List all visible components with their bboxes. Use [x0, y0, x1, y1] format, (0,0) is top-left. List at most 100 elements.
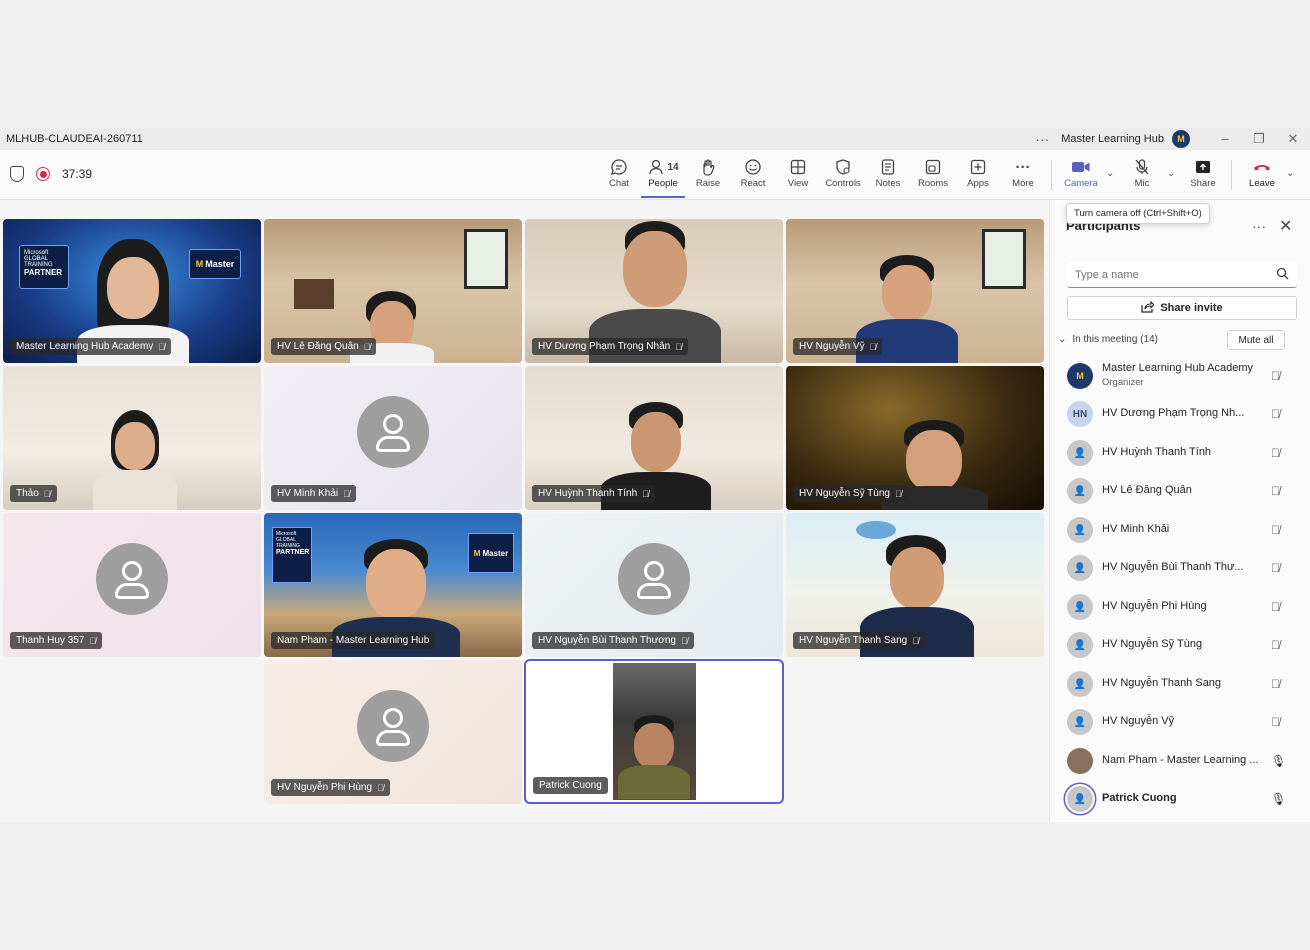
more-icon[interactable]: ··· — [1035, 131, 1049, 147]
participant-name: HV Huỳnh Thanh Tính — [1102, 446, 1212, 458]
participant-name: HV Nguyễn Sỹ Tùng — [1102, 638, 1203, 650]
participant-row[interactable]: 👤 HV Nguyễn Phi Hùng 🎙̸ — [1050, 588, 1310, 626]
org-switcher[interactable]: ··· Master Learning Hub M — [1035, 130, 1190, 148]
mic-off-icon: 🎙̸ — [377, 782, 384, 793]
person-face — [107, 257, 159, 319]
window-decor — [982, 229, 1026, 289]
participant-name: HV Nguyễn Thanh Sang — [1102, 677, 1222, 689]
participant-row[interactable]: 👤 Patrick Cuong 🎙 — [1050, 780, 1310, 818]
mic-icon: 🎙 — [1271, 792, 1287, 806]
partner-sign-big: PARTNER — [276, 549, 310, 556]
leave-options-chevron-icon[interactable]: ⌄ — [1286, 168, 1294, 179]
notes-label: Notes — [875, 178, 901, 189]
leave-button[interactable]: Leave — [1240, 156, 1284, 198]
participant-row[interactable]: 👤 HV Nguyễn Sỹ Tùng 🎙̸ — [1050, 626, 1310, 664]
tile-label: HV Nguyễn Thanh Sang 🎙̸ — [793, 632, 925, 649]
video-tile[interactable]: Thanh Huy 357 🎙̸ — [3, 513, 261, 657]
participant-name: HV Minh Khải — [1102, 523, 1170, 535]
video-tile[interactable]: HV Nguyễn Vỹ 🎙̸ — [786, 219, 1044, 363]
react-button[interactable]: React — [731, 156, 775, 198]
controls-button[interactable]: Controls — [821, 156, 865, 198]
participant-row[interactable]: Nam Pham - Master Learning ... 🎙 — [1050, 742, 1310, 780]
person-avatar-icon — [357, 690, 429, 762]
video-tile[interactable]: HV Lê Đăng Quân 🎙̸ — [264, 219, 522, 363]
video-tile[interactable]: HV Nguyễn Sỹ Tùng 🎙̸ — [786, 366, 1044, 510]
share-invite-button[interactable]: Share invite — [1067, 296, 1297, 320]
controls-label: Controls — [825, 178, 861, 189]
more-button[interactable]: ··· More — [1001, 156, 1045, 198]
camera-label: Camera — [1064, 178, 1098, 189]
participant-row[interactable]: 👤 HV Huỳnh Thanh Tính 🎙̸ — [1050, 434, 1310, 472]
org-name: Master Learning Hub — [1061, 133, 1164, 145]
close-icon[interactable]: ✕ — [1279, 216, 1292, 236]
people-button[interactable]: 14 People — [641, 156, 685, 198]
video-tile[interactable]: HV Nguyễn Phi Hùng 🎙̸ — [264, 660, 522, 804]
people-count: 14 — [667, 161, 679, 173]
participant-row[interactable]: 👤 HV Lê Đăng Quân 🎙̸ — [1050, 472, 1310, 510]
mute-all-button[interactable]: Mute all — [1227, 330, 1285, 350]
in-meeting-section-toggle[interactable]: ⌄ In this meeting (14) — [1058, 334, 1158, 345]
avatar: 👤 — [1067, 671, 1093, 697]
video-tile[interactable]: HV Nguyễn Thanh Sang 🎙̸ — [786, 513, 1044, 657]
chat-button[interactable]: Chat — [597, 156, 641, 198]
in-meeting-label: In this meeting (14) — [1072, 334, 1158, 345]
participants-panel: Participants ··· ✕ Type a name Share inv… — [1049, 200, 1310, 822]
video-tile[interactable]: HV Minh Khải 🎙̸ — [264, 366, 522, 510]
brand-sign: M Master — [468, 533, 514, 573]
video-tile[interactable]: Microsoft GLOBAL TRAINING PARTNER M Maste… — [3, 219, 261, 363]
person-face — [634, 723, 674, 769]
mic-button[interactable]: Mic — [1120, 156, 1164, 198]
tile-name: HV Huỳnh Thanh Tính — [538, 488, 638, 499]
restore-icon[interactable]: ❐ — [1242, 131, 1276, 147]
participant-name: HV Nguyễn Bùi Thanh Thư... — [1102, 561, 1244, 573]
camera-tooltip: Turn camera off (Ctrl+Shift+O) — [1066, 203, 1210, 224]
video-tile[interactable]: Thảo 🎙̸ — [3, 366, 261, 510]
tile-name: HV Nguyễn Sỹ Tùng — [799, 488, 890, 499]
video-tile-active-speaker[interactable]: Patrick Cuong — [524, 659, 784, 804]
minimize-icon[interactable]: – — [1208, 131, 1242, 147]
person-avatar-icon — [357, 396, 429, 468]
meeting-status: 37:39 — [10, 166, 92, 182]
rooms-button[interactable]: Rooms — [911, 156, 955, 198]
camera-options-chevron-icon[interactable]: ⌄ — [1106, 168, 1114, 179]
participant-row[interactable]: M Master Learning Hub Academy Organizer … — [1050, 357, 1310, 395]
raise-label: Raise — [695, 178, 721, 189]
meeting-toolbar: 37:39 Chat 14 People Raise React View Co… — [0, 150, 1310, 200]
avatar: 👤 — [1067, 594, 1093, 620]
org-avatar[interactable]: M — [1172, 130, 1190, 148]
video-tile[interactable]: HV Huỳnh Thanh Tính 🎙̸ — [525, 366, 783, 510]
participant-row[interactable]: 👤 HV Minh Khải 🎙̸ — [1050, 511, 1310, 549]
rooms-label: Rooms — [917, 178, 949, 189]
person-face — [366, 549, 426, 619]
panel-more-icon[interactable]: ··· — [1252, 218, 1266, 234]
shield-icon[interactable] — [10, 166, 24, 182]
close-window-icon[interactable]: ✕ — [1276, 131, 1310, 147]
participant-name: HV Lê Đăng Quân — [1102, 484, 1192, 496]
shield-settings-icon — [834, 156, 852, 178]
notes-button[interactable]: Notes — [866, 156, 910, 198]
mic-options-chevron-icon[interactable]: ⌄ — [1167, 168, 1175, 179]
participant-row[interactable]: 👤 HV Nguyễn Vỹ 🎙̸ — [1050, 703, 1310, 741]
camera-button[interactable]: Camera — [1059, 156, 1103, 198]
apps-button[interactable]: Apps — [956, 156, 1000, 198]
search-input[interactable]: Type a name — [1067, 262, 1297, 288]
participant-name: Master Learning Hub Academy — [1102, 362, 1254, 374]
raise-button[interactable]: Raise — [686, 156, 730, 198]
tile-name: Nam Pham - Master Learning Hub — [277, 635, 430, 646]
person-face — [906, 430, 962, 492]
tile-name: Master Learning Hub Academy — [16, 341, 154, 352]
share-button[interactable]: Share — [1181, 156, 1225, 198]
video-tile[interactable]: Microsoft GLOBAL TRAINING PARTNER M Maste… — [264, 513, 522, 657]
view-button[interactable]: View — [776, 156, 820, 198]
participant-row[interactable]: HN HV Dương Phạm Trọng Nh... 🎙̸ — [1050, 395, 1310, 433]
participant-row[interactable]: 👤 HV Nguyễn Thanh Sang 🎙̸ — [1050, 665, 1310, 703]
person-shirt — [618, 765, 690, 799]
participant-row[interactable]: 👤 HV Nguyễn Bùi Thanh Thư... 🎙̸ — [1050, 549, 1310, 587]
video-tile[interactable]: HV Nguyễn Bùi Thanh Thương 🎙̸ — [525, 513, 783, 657]
meeting-timer: 37:39 — [62, 167, 93, 181]
video-tile[interactable]: HV Dương Phạm Trọng Nhân 🎙̸ — [525, 219, 783, 363]
search-placeholder: Type a name — [1075, 268, 1139, 281]
mic-off-icon: 🎙̸ — [1271, 484, 1280, 498]
brand-sign-text: Master — [482, 548, 509, 558]
participant-name: Nam Pham - Master Learning ... — [1102, 754, 1259, 766]
